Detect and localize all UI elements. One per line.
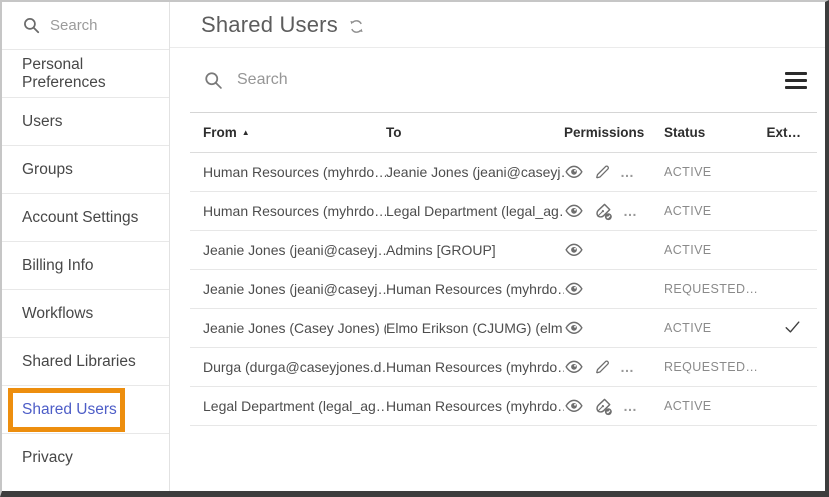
from-cell: Legal Department (legal_ag… [203, 398, 386, 414]
table-search-input[interactable] [237, 71, 457, 89]
table-toolbar [190, 48, 817, 113]
permissions-cell: … [564, 242, 664, 258]
eye-icon [564, 398, 584, 414]
permissions-cell: … [564, 163, 664, 181]
shared-users-table: From ▲ To Permissions Status Ext… Human … [190, 113, 817, 426]
sidebar-item-groups[interactable]: Groups [2, 146, 169, 194]
sign-pen-icon [593, 202, 614, 221]
page-title: Shared Users [201, 12, 338, 38]
sidebar-item-account-settings[interactable]: Account Settings [2, 194, 169, 242]
sidebar-item-billing-info[interactable]: Billing Info [2, 242, 169, 290]
sidebar-search-input[interactable] [50, 17, 142, 34]
from-cell: Jeanie Jones (Casey Jones) (… [203, 320, 386, 336]
table-row[interactable]: Human Resources (myhrdo… Legal Departmen… [190, 192, 817, 231]
status-cell: ACTIVE [664, 165, 764, 179]
table-row[interactable]: Jeanie Jones (Casey Jones) (… Elmo Eriks… [190, 309, 817, 348]
permissions-cell: … [564, 281, 664, 297]
sidebar-item-label: Account Settings [22, 209, 138, 227]
from-cell: Human Resources (myhrdo… [203, 203, 386, 219]
sort-ascending-icon: ▲ [242, 129, 250, 137]
eye-icon [564, 359, 584, 375]
sidebar-item-label: Privacy [22, 449, 73, 467]
column-header-to[interactable]: To [386, 125, 564, 140]
table-header-row: From ▲ To Permissions Status Ext… [190, 113, 817, 153]
more-ellipsis-icon[interactable]: … [620, 359, 635, 375]
sidebar-item-label: Workflows [22, 305, 93, 323]
eye-icon [564, 281, 584, 297]
pencil-icon [593, 358, 611, 376]
page-header: Shared Users [170, 2, 825, 48]
status-cell: ACTIVE [664, 243, 764, 257]
sidebar-item-shared-users[interactable]: Shared Users [2, 386, 169, 434]
refresh-icon[interactable] [348, 18, 365, 35]
sidebar-item-label: Groups [22, 161, 73, 179]
ext-cell [764, 320, 817, 337]
permissions-cell: … [564, 202, 664, 221]
more-ellipsis-icon[interactable]: … [623, 398, 638, 414]
checkmark-icon [784, 320, 801, 334]
sidebar-item-label: Shared Libraries [22, 353, 136, 371]
permissions-cell: … [564, 358, 664, 376]
permissions-cell: … [564, 320, 664, 336]
sidebar-item-shared-libraries[interactable]: Shared Libraries [2, 338, 169, 386]
table-row[interactable]: Durga (durga@caseyjones.d… Human Resourc… [190, 348, 817, 387]
status-cell: ACTIVE [664, 399, 764, 413]
column-header-ext[interactable]: Ext… [764, 125, 817, 140]
to-cell: Human Resources (myhrdo… [386, 281, 564, 297]
status-cell: ACTIVE [664, 321, 764, 335]
from-cell: Human Resources (myhrdo… [203, 164, 386, 180]
sidebar-item-personal-preferences[interactable]: Personal Preferences [2, 50, 169, 98]
eye-icon [564, 320, 584, 336]
menu-icon[interactable] [785, 72, 807, 89]
table-row[interactable]: Jeanie Jones (jeani@caseyj… Admins [GROU… [190, 231, 817, 270]
sidebar-item-users[interactable]: Users [2, 98, 169, 146]
sidebar-item-privacy[interactable]: Privacy [2, 434, 169, 482]
main-area: Shared Users [170, 2, 825, 491]
eye-icon [564, 203, 584, 219]
more-ellipsis-icon[interactable]: … [623, 203, 638, 219]
eye-icon [564, 242, 584, 258]
table-search[interactable] [203, 70, 457, 91]
screenshot-frame: Personal Preferences Users Groups Accoun… [0, 0, 829, 497]
sidebar-item-label: Users [22, 113, 62, 131]
to-cell: Jeanie Jones (jeani@caseyj… [386, 164, 564, 180]
more-ellipsis-icon[interactable]: … [620, 164, 635, 180]
sidebar-item-label: Personal Preferences [22, 56, 169, 92]
status-cell: ACTIVE [664, 204, 764, 218]
search-icon [203, 70, 224, 91]
search-icon [22, 16, 41, 35]
sidebar-item-workflows[interactable]: Workflows [2, 290, 169, 338]
sidebar-item-label: Billing Info [22, 257, 94, 275]
eye-icon [564, 164, 584, 180]
table-row[interactable]: Human Resources (myhrdo… Jeanie Jones (j… [190, 153, 817, 192]
sign-pen-icon [593, 397, 614, 416]
table-body: Human Resources (myhrdo… Jeanie Jones (j… [190, 153, 817, 426]
sidebar-item-label: Shared Users [22, 401, 117, 419]
from-cell: Jeanie Jones (jeani@caseyj… [203, 242, 386, 258]
shared-users-panel: From ▲ To Permissions Status Ext… Human … [170, 48, 825, 426]
to-cell: Admins [GROUP] [386, 242, 564, 258]
table-row[interactable]: Jeanie Jones (jeani@caseyj… Human Resour… [190, 270, 817, 309]
permissions-cell: … [564, 397, 664, 416]
pencil-icon [593, 163, 611, 181]
status-cell: REQUESTED… [664, 360, 764, 374]
settings-sidebar: Personal Preferences Users Groups Accoun… [2, 2, 170, 491]
column-header-permissions[interactable]: Permissions [564, 125, 664, 140]
from-cell: Durga (durga@caseyjones.d… [203, 359, 386, 375]
to-cell: Human Resources (myhrdo… [386, 359, 564, 375]
sidebar-nav: Personal Preferences Users Groups Accoun… [2, 50, 169, 482]
sidebar-search[interactable] [2, 2, 169, 50]
status-cell: REQUESTED… [664, 282, 764, 296]
column-header-status[interactable]: Status [664, 125, 764, 140]
table-row[interactable]: Legal Department (legal_ag… Human Resour… [190, 387, 817, 426]
from-cell: Jeanie Jones (jeani@caseyj… [203, 281, 386, 297]
to-cell: Elmo Erikson (CJUMG) (elm… [386, 320, 564, 336]
to-cell: Legal Department (legal_ag… [386, 203, 564, 219]
to-cell: Human Resources (myhrdo… [386, 398, 564, 414]
column-header-from[interactable]: From ▲ [203, 125, 386, 140]
